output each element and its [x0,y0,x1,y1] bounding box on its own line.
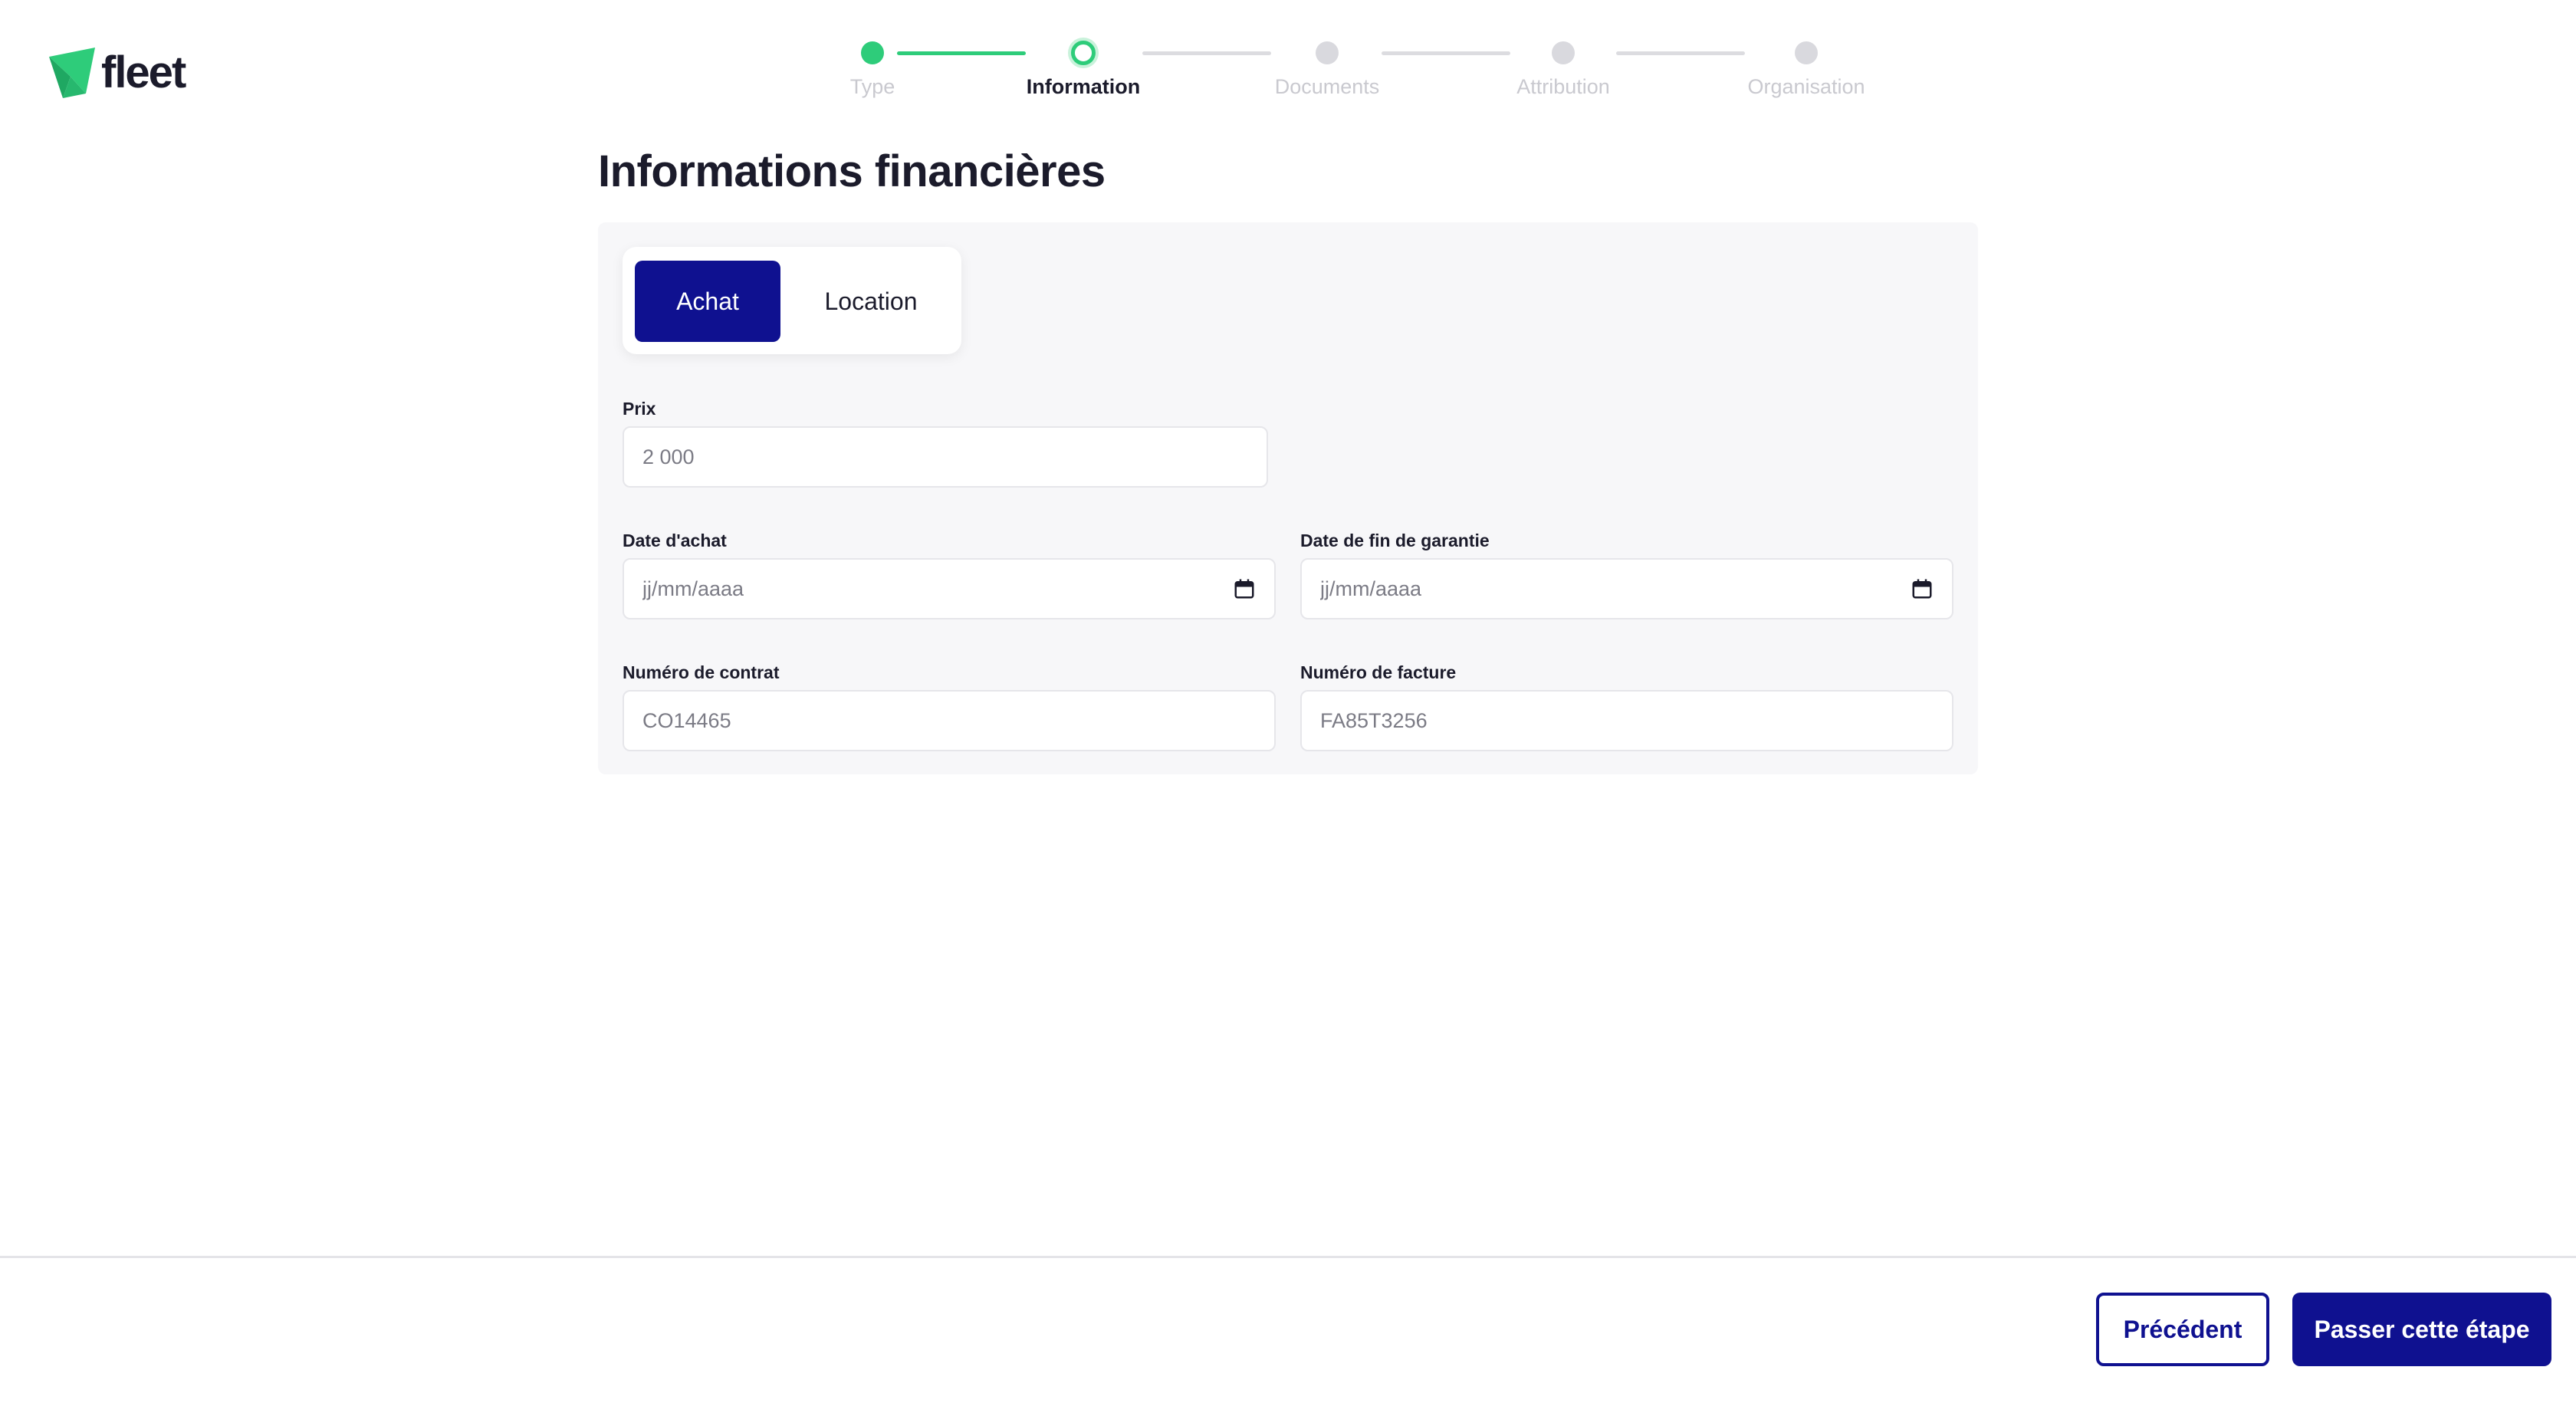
date-achat-label: Date d'achat [623,531,727,550]
prix-input[interactable] [642,445,1248,469]
step-label-attribution: Attribution [1516,75,1610,98]
date-achat-input[interactable] [642,577,1233,601]
numero-contrat-field [623,690,1276,751]
date-fin-garantie-input[interactable] [1320,577,1911,601]
step-label-documents: Documents [1274,75,1380,98]
step-label-type: Type [849,75,895,98]
prix-label: Prix [623,399,656,419]
numero-contrat-label: Numéro de contrat [623,662,780,682]
step-dot-attribution [1552,41,1575,64]
financial-info-card: Achat Location Prix Date d'achat Date de… [598,222,1978,774]
calendar-icon[interactable] [1911,577,1934,600]
step-connector-3 [1382,51,1510,55]
achat-toggle-button[interactable]: Achat [635,261,780,342]
step-dot-type [861,41,884,64]
numero-facture-input[interactable] [1320,708,1934,733]
step-label-organisation: Organisation [1747,75,1865,98]
page: fleet Type Information Documents Attribu… [0,0,2576,1403]
numero-facture-label: Numéro de facture [1300,662,1457,682]
progress-stepper: Type Information Documents Attribution O… [0,0,2576,130]
date-fin-garantie-label: Date de fin de garantie [1300,531,1490,550]
footer-divider [0,1256,2576,1258]
previous-button[interactable]: Précédent [2096,1293,2269,1366]
step-dot-information [1068,38,1099,68]
prix-field [623,426,1268,488]
step-connector-2 [1142,51,1271,55]
step-dot-documents [1316,41,1339,64]
date-fin-garantie-field [1300,558,1953,619]
step-connector-4 [1616,51,1745,55]
step-connector-1 [897,51,1026,55]
page-title: Informations financières [598,146,1106,196]
skip-step-button[interactable]: Passer cette étape [2292,1293,2551,1366]
numero-facture-field [1300,690,1953,751]
step-label-information: Information [1026,75,1141,98]
purchase-type-toggle: Achat Location [623,247,961,354]
numero-contrat-input[interactable] [642,708,1256,733]
date-achat-field [623,558,1276,619]
calendar-icon[interactable] [1233,577,1256,600]
step-dot-organisation [1795,41,1818,64]
location-toggle-button[interactable]: Location [794,261,948,342]
